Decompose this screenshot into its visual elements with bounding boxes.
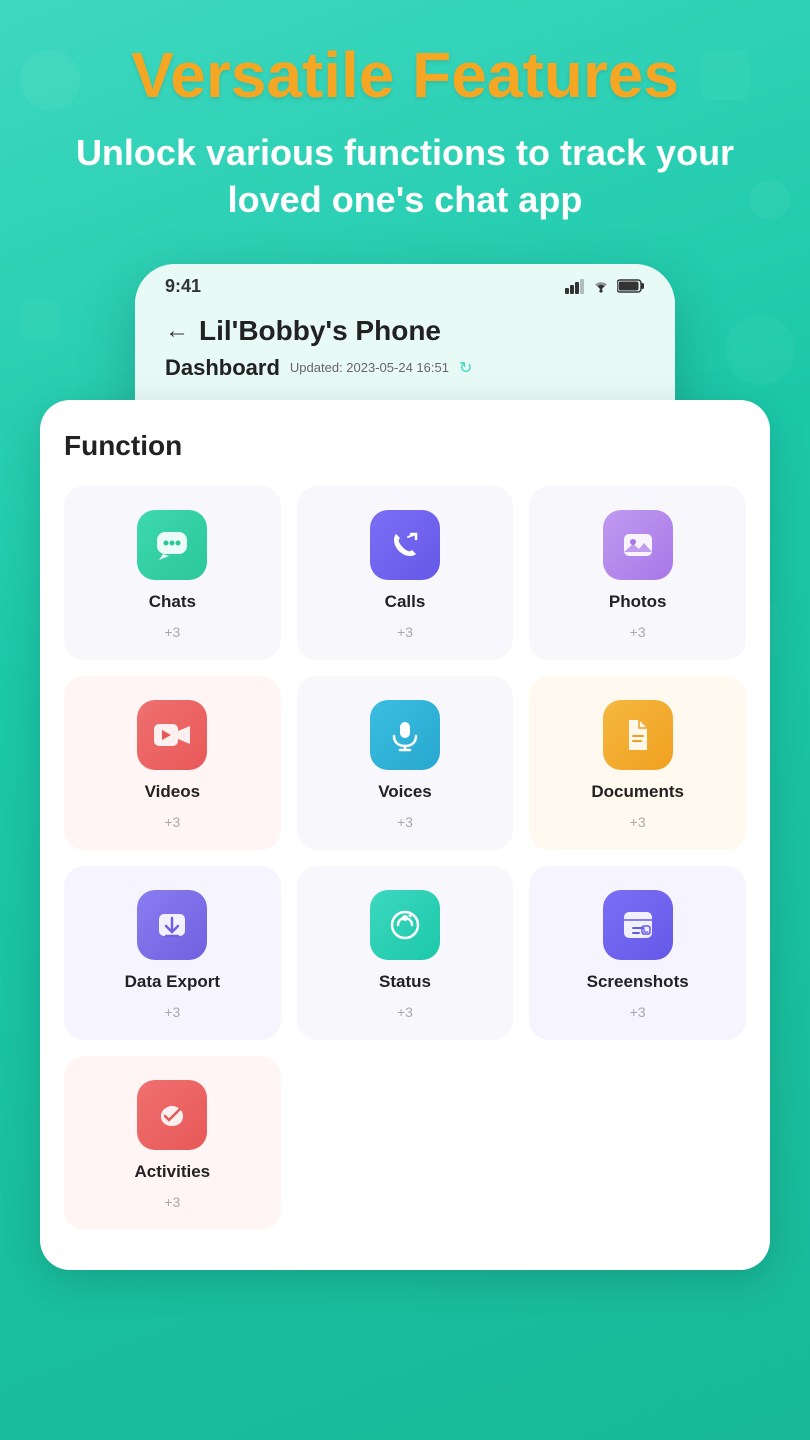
feature-screenshots[interactable]: Screenshots +3: [529, 866, 746, 1040]
back-arrow-icon[interactable]: ←: [165, 317, 189, 345]
dashboard-row: Dashboard Updated: 2023-05-24 16:51 ↻: [165, 355, 645, 381]
signal-icon: [565, 278, 585, 294]
feature-activities[interactable]: Activities +3: [64, 1056, 281, 1230]
phone-device-name: Lil'Bobby's Phone: [199, 315, 441, 347]
page-subtitle: Unlock various functions to track your l…: [20, 130, 790, 224]
photos-svg: [619, 526, 657, 564]
feature-videos[interactable]: Videos +3: [64, 676, 281, 850]
photos-count: +3: [630, 624, 646, 640]
data-export-svg: [153, 906, 191, 944]
videos-icon: [137, 700, 207, 770]
videos-svg: [151, 716, 193, 754]
data-export-label: Data Export: [125, 972, 220, 992]
voices-svg: [386, 716, 424, 754]
feature-data-export[interactable]: Data Export +3: [64, 866, 281, 1040]
videos-count: +3: [164, 814, 180, 830]
screenshots-icon: [603, 890, 673, 960]
refresh-icon[interactable]: ↻: [459, 358, 472, 378]
feature-grid: Chats +3 Calls +3: [64, 486, 746, 1230]
dashboard-updated: Updated: 2023-05-24 16:51: [290, 360, 449, 375]
calls-svg: [386, 526, 424, 564]
status-count: +3: [397, 1004, 413, 1020]
chats-icon: [137, 510, 207, 580]
documents-label: Documents: [591, 782, 684, 802]
status-label: Status: [379, 972, 431, 992]
screenshots-count: +3: [630, 1004, 646, 1020]
activities-count: +3: [164, 1194, 180, 1210]
feature-calls[interactable]: Calls +3: [297, 486, 514, 660]
chats-count: +3: [164, 624, 180, 640]
function-title: Function: [64, 430, 746, 462]
activities-icon: [137, 1080, 207, 1150]
feature-voices[interactable]: Voices +3: [297, 676, 514, 850]
data-export-icon: [137, 890, 207, 960]
phone-header: ← Lil'Bobby's Phone Dashboard Updated: 2…: [135, 305, 675, 401]
calls-label: Calls: [385, 592, 426, 612]
status-icons: [565, 278, 645, 294]
voices-icon: [370, 700, 440, 770]
wifi-icon: [591, 278, 611, 294]
screenshots-svg: [619, 906, 657, 944]
feature-documents[interactable]: Documents +3: [529, 676, 746, 850]
status-time: 9:41: [165, 276, 201, 297]
photos-label: Photos: [609, 592, 667, 612]
status-icon: [370, 890, 440, 960]
feature-status[interactable]: Status +3: [297, 866, 514, 1040]
data-export-count: +3: [164, 1004, 180, 1020]
videos-label: Videos: [145, 782, 200, 802]
battery-icon: [617, 278, 645, 294]
screenshots-label: Screenshots: [587, 972, 689, 992]
back-nav: ← Lil'Bobby's Phone: [165, 315, 645, 347]
photos-icon: [603, 510, 673, 580]
activities-svg: [153, 1096, 191, 1134]
voices-label: Voices: [378, 782, 432, 802]
calls-icon: [370, 510, 440, 580]
dashboard-label: Dashboard: [165, 355, 280, 381]
chats-label: Chats: [149, 592, 196, 612]
status-bar: 9:41: [135, 264, 675, 305]
voices-count: +3: [397, 814, 413, 830]
feature-photos[interactable]: Photos +3: [529, 486, 746, 660]
chat-svg: [153, 526, 191, 564]
documents-icon: [603, 700, 673, 770]
activities-label: Activities: [135, 1162, 211, 1182]
feature-chats[interactable]: Chats +3: [64, 486, 281, 660]
documents-svg: [619, 716, 657, 754]
documents-count: +3: [630, 814, 646, 830]
calls-count: +3: [397, 624, 413, 640]
function-card: Function Chats +3: [40, 400, 770, 1270]
status-svg: [386, 906, 424, 944]
page-title: Versatile Features: [131, 40, 679, 110]
